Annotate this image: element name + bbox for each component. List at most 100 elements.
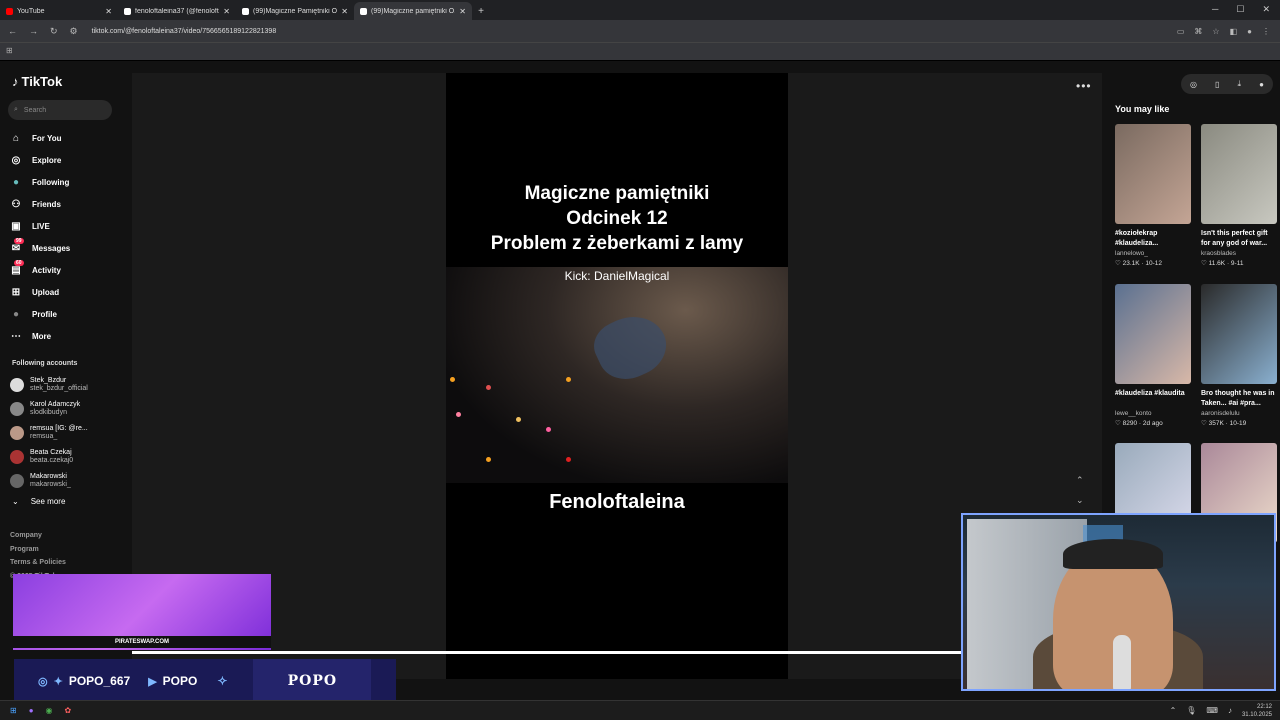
video-card[interactable]: Bro thought he was in Taken... #ai #pra.…	[1201, 284, 1277, 429]
close-tab-icon[interactable]: ✕	[459, 7, 466, 16]
bookmark-star-icon[interactable]: ☆	[1212, 27, 1219, 36]
reload-icon[interactable]: ↻	[50, 26, 58, 37]
account-username: slodkibudyn	[30, 409, 67, 416]
sidebar-item-activity[interactable]: ▤ 60 Activity	[10, 259, 70, 281]
search-placeholder: Search	[23, 106, 47, 114]
scene-light	[566, 377, 571, 382]
sidebar-item-for-you[interactable]: ⌂ For You	[10, 127, 70, 149]
cast-icon[interactable]: ▭	[1177, 27, 1185, 36]
sidebar-item-upload[interactable]: ⊞ Upload	[10, 281, 70, 303]
sidebar-item-messages[interactable]: ✉ 99 Messages	[10, 237, 70, 259]
youtube-handle: POPO	[162, 674, 198, 688]
video-thumbnail	[1115, 284, 1191, 384]
browser-tab[interactable]: YouTube ✕	[0, 2, 118, 20]
account-username: makarowski_	[30, 481, 71, 488]
chrome-icon[interactable]: ◉	[46, 706, 53, 715]
video-card[interactable]: #klaudeliza #klaudita lewe__konto ♡ 8290…	[1115, 284, 1191, 429]
tiktok-icon	[124, 7, 131, 15]
mic-icon[interactable]: 🎙	[1186, 706, 1196, 715]
extensions-icon[interactable]: ◧	[1230, 27, 1238, 36]
clock[interactable]: 22:12 31.10.2025	[1242, 703, 1272, 719]
sidebar-item-live[interactable]: ▣ LIVE	[10, 215, 70, 237]
video-card[interactable]: #koziołekrap #klaudeliza... lannelowo_ ♡…	[1115, 124, 1191, 269]
windows-taskbar: ⊞ ● ◉ ✿ ⌃ 🎙 ⌨ ♪ 22:12 31.10.2025	[0, 700, 1280, 720]
video-scene	[446, 267, 788, 483]
activity-icon: ▤ 60	[11, 259, 24, 276]
profile-icon[interactable]: ●	[1247, 27, 1252, 36]
more-options-button[interactable]: •••	[1076, 79, 1092, 93]
following-account[interactable]: Beata Czekaj beata.czekaj0	[10, 445, 88, 469]
scene-light	[516, 417, 521, 422]
following-account[interactable]: Stek_Bzdur stek_bzdur_official	[10, 373, 88, 397]
video-progress-bar[interactable]	[132, 651, 961, 654]
windows-start-icon[interactable]: ⊞	[10, 706, 17, 715]
search-input[interactable]: ⌕ Search	[8, 100, 112, 120]
close-tab-icon[interactable]: ✕	[341, 7, 348, 16]
browser-tab-active[interactable]: (99)Magiczne pamiętniki O... ✕	[354, 2, 472, 20]
sidebar-item-label: More	[32, 331, 52, 341]
compass-icon[interactable]: ◎	[1190, 80, 1197, 89]
footer-link-terms[interactable]: Terms & Policies	[10, 556, 66, 570]
video-card[interactable]: Isn't this perfect gift for any god of w…	[1201, 124, 1277, 269]
account-username: remsua_	[30, 433, 58, 440]
close-tab-icon[interactable]: ✕	[105, 7, 112, 16]
sidebar-item-following[interactable]: ● Following	[10, 171, 70, 193]
chevron-up-icon[interactable]: ⌃	[1076, 470, 1084, 490]
tiktok-note-icon: ♪	[12, 74, 19, 89]
minimize-icon[interactable]: ─	[1212, 4, 1218, 15]
youtube-icon: ▶	[148, 675, 157, 688]
sidebar-item-label: Messages	[32, 243, 71, 253]
sidebar-item-explore[interactable]: ◎ Explore	[10, 149, 70, 171]
sidebar-item-profile[interactable]: ● Profile	[10, 303, 70, 325]
see-more-button[interactable]: ⌄ See more	[12, 497, 65, 506]
tiktok-logo[interactable]: ♪ TikTok	[12, 74, 62, 89]
video-caption: #klaudeliza #klaudita	[1115, 390, 1185, 397]
network-icon[interactable]: ⌨	[1206, 706, 1218, 715]
apps-icon[interactable]: ⊞	[6, 46, 13, 55]
friends-icon: ⚇	[11, 198, 21, 210]
sidebar-item-label: For You	[32, 133, 62, 143]
footer-link-company[interactable]: Company	[10, 529, 66, 543]
account-name: Makarowski	[30, 473, 67, 480]
sidebar-item-label: Upload	[32, 287, 60, 297]
sidebar-item-friends[interactable]: ⚇ Friends	[10, 193, 70, 215]
translate-icon[interactable]: ⌘	[1194, 27, 1202, 36]
browser-tab[interactable]: (99)Magiczne Pamiętniki Odcin... ✕	[236, 2, 354, 20]
avatar	[10, 402, 24, 416]
video-caption: Bro thought he was in Taken... #ai #pra.…	[1201, 390, 1275, 407]
sidebar-item-more[interactable]: ⋯ More	[10, 325, 70, 347]
chevron-down-icon: ⌄	[12, 497, 19, 506]
app-icon[interactable]: ✿	[65, 706, 72, 715]
url-field[interactable]: tiktok.com/@fenoloftaleina37/video/75665…	[86, 28, 1177, 35]
close-tab-icon[interactable]: ✕	[223, 7, 230, 16]
footer-link-program[interactable]: Program	[10, 543, 66, 557]
phone-icon[interactable]: ▯	[1215, 80, 1219, 89]
sponsor-site: PIRATESWAP.COM	[13, 636, 271, 648]
video-frame[interactable]: Magiczne pamiętniki Odcinek 12 Problem z…	[446, 73, 788, 679]
following-account[interactable]: Karol Adamczyk slodkibudyn	[10, 397, 88, 421]
menu-icon[interactable]: ⋮	[1262, 27, 1270, 36]
activity-badge: 60	[14, 259, 24, 266]
profile-icon: ●	[12, 308, 20, 320]
video-thumbnail	[1201, 124, 1277, 224]
close-window-icon[interactable]: ✕	[1262, 4, 1270, 15]
forward-icon[interactable]: →	[29, 26, 38, 37]
tray-chevron-icon[interactable]: ⌃	[1170, 706, 1177, 715]
scene-light	[546, 427, 551, 432]
video-player[interactable]: Magiczne pamiętniki Odcinek 12 Problem z…	[132, 73, 1102, 679]
account-name: Karol Adamczyk	[30, 401, 81, 408]
new-tab-button[interactable]: +	[472, 6, 490, 20]
download-icon[interactable]: ⤓	[1238, 79, 1242, 89]
site-info-icon[interactable]: ⚙	[70, 26, 78, 37]
user-avatar-icon[interactable]: ●	[1259, 80, 1264, 89]
following-account[interactable]: remsua [IG: @re... remsua_	[10, 421, 88, 445]
browser-tab[interactable]: fenoloftaleina37 (@fenoloftalein... ✕	[118, 2, 236, 20]
chevron-down-icon[interactable]: ⌄	[1076, 490, 1084, 510]
account-username: stek_bzdur_official	[30, 385, 88, 392]
maximize-icon[interactable]: ☐	[1236, 4, 1244, 15]
volume-icon[interactable]: ♪	[1228, 706, 1232, 715]
app-icon[interactable]: ●	[29, 706, 34, 715]
more-icon: ⋯	[11, 330, 21, 342]
back-icon[interactable]: ←	[8, 26, 17, 37]
following-account[interactable]: Makarowski makarowski_	[10, 469, 88, 493]
